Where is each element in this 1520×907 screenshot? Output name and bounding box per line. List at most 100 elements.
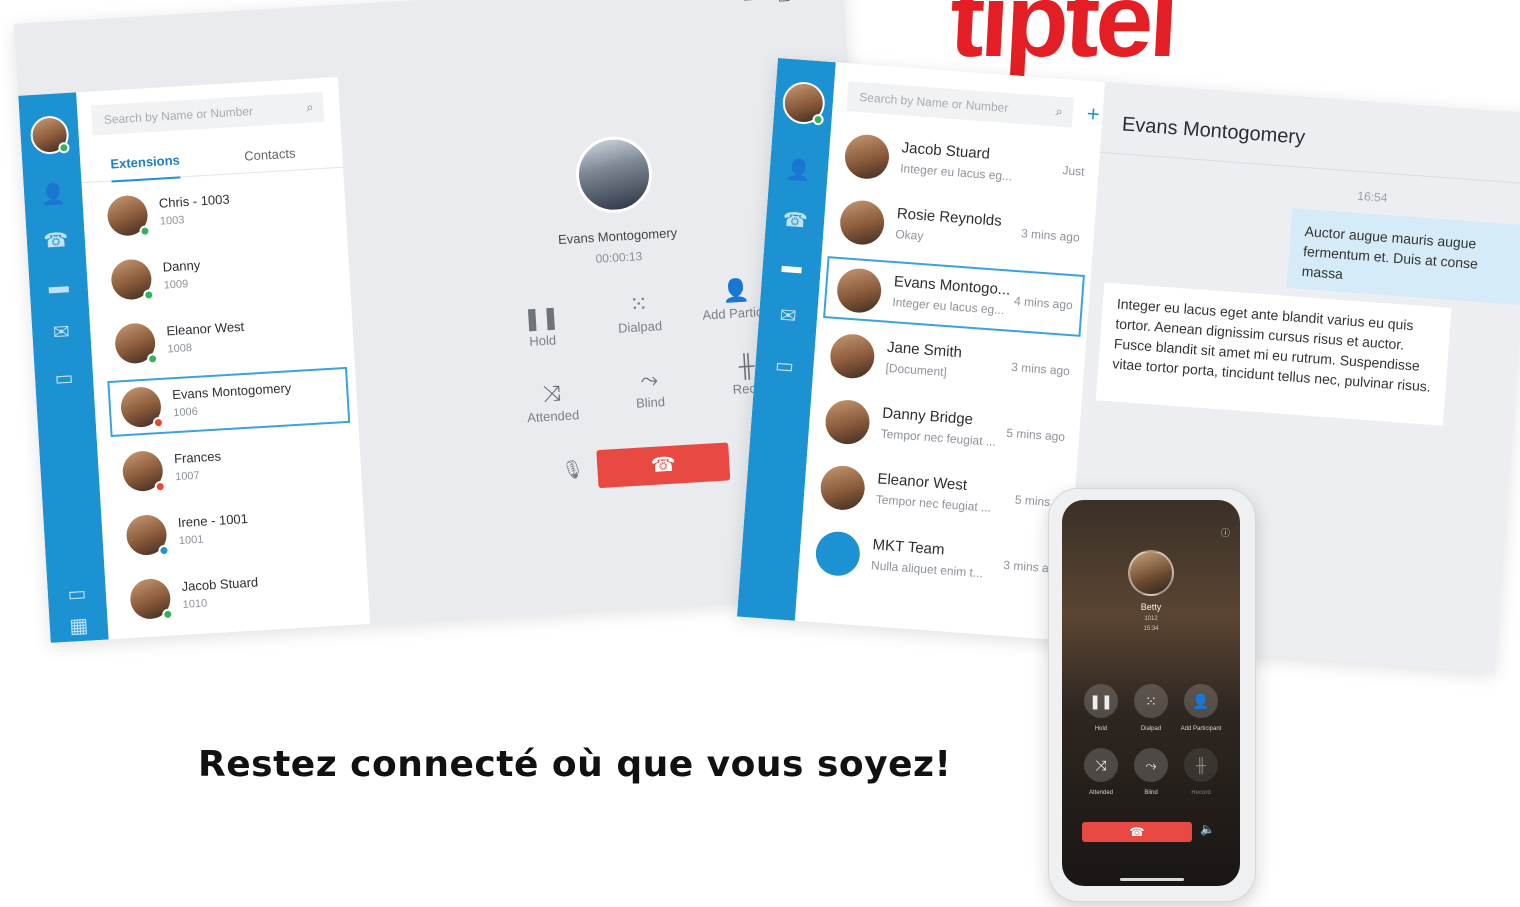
minimize-button[interactable]: – — [743, 0, 752, 7]
chat-icon[interactable]: ▬ — [778, 255, 806, 279]
presence-online-icon — [58, 141, 70, 154]
avatar — [119, 385, 165, 429]
presence-busy-icon — [152, 416, 165, 429]
contact-ext: 1006 — [173, 405, 199, 420]
conversation-preview: Nulla aliquet enim t... — [870, 558, 984, 581]
phone-call-screen: ⓘ Betty 1012 15:34 ❚❚ ⁙ 👤 Hold Dialpad A… — [1062, 500, 1240, 886]
list-item[interactable]: Danny 1009 — [100, 241, 343, 311]
contact-name: Jacob Stuard — [181, 574, 259, 595]
hold-button[interactable]: ❚❚ Hold — [496, 301, 589, 351]
presence-online-icon — [812, 113, 824, 126]
call-time: 15:34 — [1143, 626, 1159, 632]
tab-contacts[interactable]: Contacts — [243, 138, 296, 173]
conference-icon[interactable]: ▭ — [771, 354, 799, 378]
group-avatar — [814, 530, 862, 578]
shuffle-icon: ⤨ — [1095, 757, 1107, 773]
record-button[interactable]: ╫ — [1184, 748, 1218, 782]
caller-avatar — [573, 134, 655, 215]
conference-icon[interactable]: ▭ — [50, 367, 77, 391]
search-input[interactable]: Search by Name or Number ⌕ — [90, 91, 325, 136]
contact-name: Evans Montogomery — [171, 380, 292, 403]
conversation-name: Jacob Stuard — [901, 139, 991, 163]
contact-ext: 1001 — [178, 533, 204, 548]
search-placeholder: Search by Name or Number — [858, 90, 1009, 115]
list-item-selected[interactable]: Evans Montogomery 1006 — [107, 366, 351, 437]
list-item[interactable]: Jacob Stuard 1010 — [119, 561, 362, 631]
call-history-icon[interactable]: ☎ — [781, 209, 809, 233]
contact-ext: 1010 — [182, 597, 208, 612]
voicemail-icon[interactable]: ✉ — [48, 321, 75, 345]
home-indicator — [1120, 878, 1184, 881]
search-input[interactable]: Search by Name or Number ⌕ — [846, 81, 1074, 128]
conversation-time: 4 mins ago — [1013, 293, 1074, 313]
avatar — [838, 199, 886, 247]
contacts-icon[interactable]: 👤 — [40, 183, 67, 207]
conversation-name: Rosie Reynolds — [896, 205, 1003, 230]
caller-name: Betty — [1140, 602, 1162, 612]
hangup-button[interactable]: ☎ — [596, 442, 731, 489]
hold-label: Hold — [528, 332, 557, 349]
message-incoming: Integer eu lacus eget ante blandit variu… — [1095, 282, 1452, 426]
tab-extensions[interactable]: Extensions — [109, 144, 181, 183]
contact-ext: 1008 — [167, 342, 193, 356]
list-item[interactable]: Frances 1007 — [111, 433, 354, 503]
divider — [1099, 151, 1520, 185]
mute-icon[interactable]: 🎙 — [561, 459, 585, 481]
speaker-icon[interactable]: 🔈 — [1200, 822, 1215, 836]
chat-icon[interactable]: ▬ — [45, 275, 72, 299]
apps-icon[interactable]: ▦ — [65, 614, 92, 638]
tab-bar: Extensions Contacts — [79, 134, 344, 184]
attended-transfer-button[interactable]: ⤨ Attended — [506, 376, 599, 426]
presence-online-icon — [161, 608, 174, 621]
conversation-time: Just — [1062, 163, 1086, 179]
avatar — [823, 398, 872, 446]
conversation-name: Eleanor West — [876, 470, 968, 494]
contacts-icon[interactable]: 👤 — [785, 159, 813, 183]
new-chat-button[interactable]: + — [1086, 101, 1101, 128]
user-avatar[interactable] — [781, 80, 827, 126]
dialpad-button[interactable]: ⁙ Dialpad — [593, 287, 686, 337]
contact-name: Irene - 1001 — [177, 511, 249, 531]
desktop-icon[interactable]: ▭ — [63, 583, 90, 607]
hangup-button[interactable]: ☎ — [1082, 822, 1192, 842]
chat-time-marker: 16:54 — [1356, 188, 1388, 205]
close-button[interactable]: ✕ — [817, 0, 830, 3]
pause-icon: ❚❚ — [1089, 693, 1113, 709]
extensions-pane: Search by Name or Number ⌕ Extensions Co… — [76, 76, 371, 640]
avatar — [835, 267, 883, 315]
conversation-item[interactable]: MKT Team Nulla aliquet enim t... 3 mins … — [804, 521, 1066, 602]
call-history-icon[interactable]: ☎ — [42, 229, 69, 253]
hangup-icon: ☎ — [1129, 825, 1145, 839]
maximize-button[interactable]: ☐ — [777, 0, 791, 6]
conversation-name: MKT Team — [871, 536, 946, 559]
blind-transfer-button[interactable]: ⤳ — [1134, 748, 1168, 782]
tiptel-logo: tiptel — [946, 0, 1178, 79]
avatar — [125, 513, 170, 557]
conversation-name: Evans Montogo... — [893, 273, 1011, 299]
list-item[interactable]: Irene - 1001 1001 — [115, 497, 358, 567]
caller-avatar — [1128, 550, 1174, 596]
blind-transfer-button[interactable]: ⤳ Blind — [603, 362, 696, 412]
message-outgoing: Auctor augue mauris augue fermentum et. … — [1286, 208, 1520, 306]
voicemail-icon[interactable]: ✉ — [774, 305, 802, 329]
list-item[interactable]: Eleanor West 1008 — [104, 305, 347, 375]
hold-button[interactable]: ❚❚ — [1084, 684, 1118, 718]
attended-transfer-button[interactable]: ⤨ — [1084, 748, 1118, 782]
dialpad-label: Dialpad — [617, 318, 663, 336]
blind-transfer-icon: ⤳ — [1145, 757, 1157, 773]
shuffle-icon: ⤨ — [542, 380, 562, 407]
conversation-time: 3 mins ago — [1020, 226, 1081, 245]
user-avatar[interactable] — [29, 114, 70, 156]
caller-ext: 1012 — [1144, 616, 1158, 622]
blind-transfer-icon: ⤳ — [639, 366, 659, 393]
pause-icon: ❚❚ — [522, 304, 561, 332]
search-placeholder: Search by Name or Number — [103, 103, 254, 127]
conversation-item-selected[interactable]: Evans Montogo... Integer eu lacus eg... … — [823, 256, 1085, 337]
conversation-preview: Tempor nec feugiat ... — [880, 426, 997, 449]
list-item[interactable]: Chris - 1003 1003 — [96, 177, 339, 247]
info-icon[interactable]: ⓘ — [1221, 526, 1230, 539]
dialpad-button[interactable]: ⁙ — [1134, 684, 1168, 718]
add-participant-button[interactable]: 👤 — [1184, 684, 1218, 718]
avatar — [121, 450, 167, 493]
avatar — [129, 577, 174, 621]
